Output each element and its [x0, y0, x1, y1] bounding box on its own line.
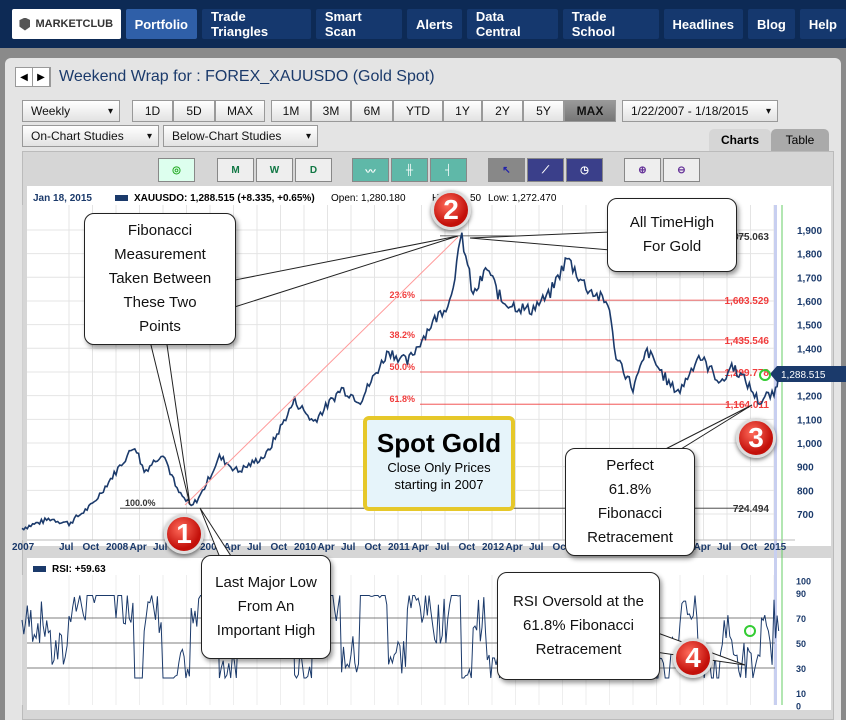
x-tick-label: 2010 — [294, 542, 317, 553]
fib-value-label: 724.494 — [733, 504, 770, 515]
y-tick-label: 1,000 — [797, 439, 822, 450]
low-value: Low: 1,272.470 — [488, 193, 557, 204]
x-tick-label: Jul — [717, 542, 732, 553]
y-tick-label: 800 — [797, 486, 814, 497]
x-tick-label: Oct — [365, 542, 382, 553]
x-tick-label: Oct — [741, 542, 758, 553]
rsi-tick-label: 0 — [796, 702, 801, 712]
last-price-tag: 1,288.515 — [770, 366, 846, 382]
series-quote: XAUUSDO: 1,288.515 (+8.335, +0.65%) — [134, 193, 315, 204]
fib-value-label: 1,435.546 — [725, 336, 770, 347]
chart-date: Jan 18, 2015 — [33, 193, 92, 204]
x-tick-label: Jul — [341, 542, 356, 553]
rsi-label: RSI: +59.63 — [52, 564, 106, 575]
x-tick-label: Jul — [153, 542, 168, 553]
rsi-tick-label: 100 — [796, 577, 811, 587]
y-tick-label: 1,900 — [797, 226, 822, 237]
x-tick-label: 2012 — [482, 542, 505, 553]
x-tick-label: 2008 — [106, 542, 129, 553]
callout-fib-measure: Fibonacci Measurement Taken Between Thes… — [84, 213, 236, 345]
rsi-tick-label: 30 — [796, 664, 806, 674]
spot-gold-title: Spot Gold — [376, 428, 502, 458]
spot-gold-label: Spot Gold Close Only Prices starting in … — [363, 416, 515, 511]
y-tick-label: 1,800 — [797, 250, 822, 261]
x-tick-label: 2015 — [764, 542, 787, 553]
x-tick-label: Oct — [271, 542, 288, 553]
rsi-tick-label: 70 — [796, 614, 806, 624]
open-value: Open: 1,280.180 — [331, 193, 406, 204]
x-tick-label: Apr — [412, 542, 429, 553]
rsi-tick-label: 50 — [796, 639, 806, 649]
marker-4: 4 — [673, 638, 713, 678]
spot-gold-subtitle: Close Only Prices starting in 2007 — [387, 460, 491, 492]
callout-all-time-high: All TimeHigh For Gold — [607, 198, 737, 272]
x-tick-label: Jul — [435, 542, 450, 553]
fib-pct-label: 50.0% — [389, 362, 415, 372]
y-tick-label: 1,500 — [797, 321, 822, 332]
x-tick-label: Oct — [459, 542, 476, 553]
fib-value-label: 1,603.529 — [725, 296, 770, 307]
rsi-tick-label: 10 — [796, 689, 806, 699]
x-tick-label: Apr — [506, 542, 523, 553]
y-tick-label: 700 — [797, 510, 814, 521]
x-tick-label: Jul — [59, 542, 74, 553]
rsi-swatch — [33, 566, 46, 572]
y-tick-label: 1,600 — [797, 297, 822, 308]
y-tick-label: 900 — [797, 463, 814, 474]
high-value: 50 — [470, 193, 482, 204]
callout-last-major-low: Last Major Low From An Important High — [201, 555, 331, 659]
x-tick-label: Apr — [130, 542, 147, 553]
fib-pct-label: 38.2% — [389, 330, 415, 340]
x-tick-label: 2007 — [12, 542, 35, 553]
series-swatch — [115, 195, 128, 201]
x-tick-label: 2011 — [388, 542, 410, 553]
fib-pct-label: 61.8% — [389, 394, 415, 404]
price-chart: 100.0%724.49461.8%1,164.01150.0%1,299.77… — [12, 193, 846, 712]
callout-rsi-oversold: RSI Oversold at the 61.8% Fibonacci Retr… — [497, 572, 660, 680]
svg-text:1,288.515: 1,288.515 — [781, 370, 826, 381]
x-tick-label: Apr — [694, 542, 711, 553]
y-tick-label: 1,400 — [797, 344, 822, 355]
fib-pct-label: 100.0% — [125, 498, 156, 508]
marker-1: 1 — [164, 514, 204, 554]
y-tick-label: 1,700 — [797, 273, 822, 284]
x-tick-label: Oct — [83, 542, 100, 553]
callout-pointer — [469, 231, 611, 251]
callout-perfect-retracement: Perfect 61.8% Fibonacci Retracement — [565, 448, 695, 556]
x-tick-label: Jul — [529, 542, 544, 553]
x-tick-label: Jul — [247, 542, 262, 553]
y-tick-label: 1,100 — [797, 415, 822, 426]
rsi-tick-label: 90 — [796, 589, 806, 599]
x-tick-label: Apr — [318, 542, 335, 553]
marker-3: 3 — [736, 418, 776, 458]
marker-2: 2 — [431, 190, 471, 230]
y-tick-label: 1,200 — [797, 392, 822, 403]
callout-pointer — [224, 235, 459, 311]
